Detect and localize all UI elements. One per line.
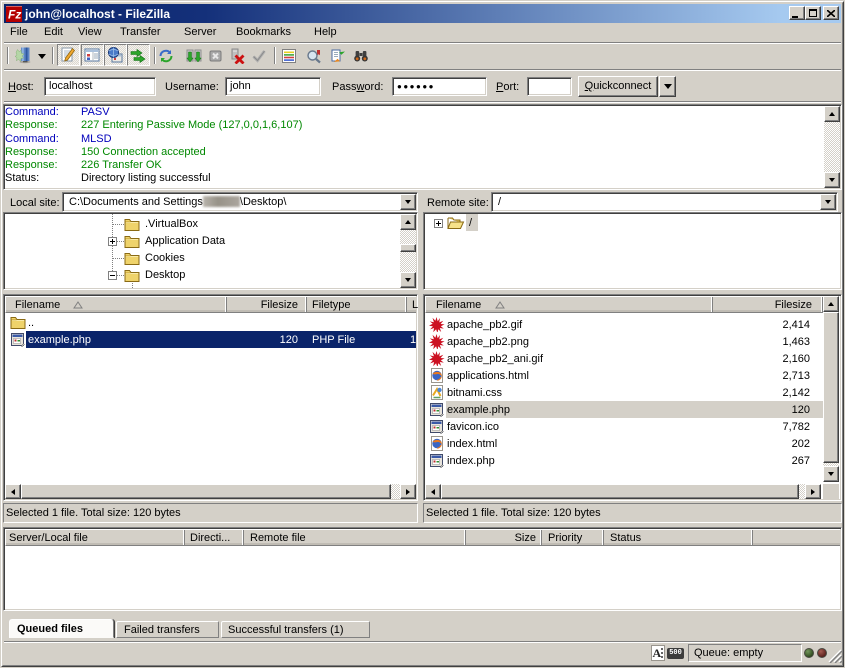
svg-text:Fz: Fz [8,7,21,21]
svg-text:A: A [653,646,662,660]
